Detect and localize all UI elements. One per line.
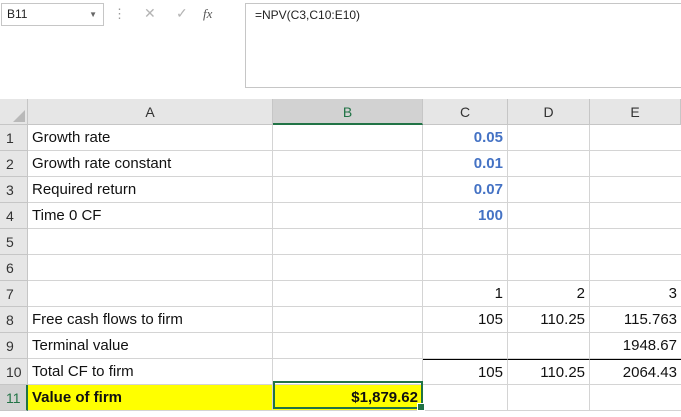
cell-d9[interactable] — [508, 333, 590, 359]
cell-b10[interactable] — [273, 359, 423, 385]
cell-c8[interactable]: 105 — [423, 307, 508, 333]
cell-b1[interactable] — [273, 125, 423, 151]
cell-e2[interactable] — [590, 151, 681, 177]
formula-bar: B11 ▼ ⋮ ✕ ✓ fx =NPV(C3,C10:E10) — [0, 0, 681, 99]
row-header-7[interactable]: 7 — [0, 281, 28, 307]
column-header-e[interactable]: E — [590, 99, 681, 125]
cell-e9[interactable]: 1948.67 — [590, 333, 681, 359]
cell-b8[interactable] — [273, 307, 423, 333]
cell-e4[interactable] — [590, 203, 681, 229]
cell-d7[interactable]: 2 — [508, 281, 590, 307]
cell-c7[interactable]: 1 — [423, 281, 508, 307]
cell-c4[interactable]: 100 — [423, 203, 508, 229]
cell-c11[interactable] — [423, 385, 508, 411]
cell-a1[interactable]: Growth rate — [28, 125, 273, 151]
cell-a2[interactable]: Growth rate constant — [28, 151, 273, 177]
chevron-down-icon[interactable]: ▼ — [89, 4, 97, 25]
cell-e7[interactable]: 3 — [590, 281, 681, 307]
row-header-3[interactable]: 3 — [0, 177, 28, 203]
cell-d4[interactable] — [508, 203, 590, 229]
cell-a4[interactable]: Time 0 CF — [28, 203, 273, 229]
cell-e6[interactable] — [590, 255, 681, 281]
cell-c5[interactable] — [423, 229, 508, 255]
row-header-5[interactable]: 5 — [0, 229, 28, 255]
formula-input[interactable]: =NPV(C3,C10:E10) — [245, 3, 681, 88]
cell-e5[interactable] — [590, 229, 681, 255]
cell-d5[interactable] — [508, 229, 590, 255]
select-all-button[interactable] — [0, 99, 28, 125]
cell-a6[interactable] — [28, 255, 273, 281]
cell-a3[interactable]: Required return — [28, 177, 273, 203]
name-box-value: B11 — [7, 7, 28, 21]
cell-c10[interactable]: 105 — [423, 359, 508, 385]
cell-a7[interactable] — [28, 281, 273, 307]
cell-b2[interactable] — [273, 151, 423, 177]
row-header-11[interactable]: 11 — [0, 385, 28, 411]
cell-a8[interactable]: Free cash flows to firm — [28, 307, 273, 333]
row-header-9[interactable]: 9 — [0, 333, 28, 359]
cell-d1[interactable] — [508, 125, 590, 151]
row-header-10[interactable]: 10 — [0, 359, 28, 385]
cell-d8[interactable]: 110.25 — [508, 307, 590, 333]
row-header-1[interactable]: 1 — [0, 125, 28, 151]
cell-b3[interactable] — [273, 177, 423, 203]
select-all-icon — [13, 110, 25, 122]
cell-a11[interactable]: Value of firm — [28, 385, 273, 411]
cell-e10[interactable]: 2064.43 — [590, 359, 681, 385]
spreadsheet-grid: A B C D E 1 Growth rate 0.05 2 Growth rate c… — [0, 99, 681, 417]
cancel-icon[interactable]: ✕ — [144, 5, 156, 22]
cell-d6[interactable] — [508, 255, 590, 281]
cell-c2[interactable]: 0.01 — [423, 151, 508, 177]
cell-b11[interactable]: $1,879.62 — [273, 385, 423, 411]
column-header-c[interactable]: C — [423, 99, 508, 125]
cell-c9[interactable] — [423, 333, 508, 359]
cell-b9[interactable] — [273, 333, 423, 359]
row-header-6[interactable]: 6 — [0, 255, 28, 281]
name-box[interactable]: B11 ▼ — [1, 3, 104, 26]
cell-b5[interactable] — [273, 229, 423, 255]
enter-icon[interactable]: ✓ — [176, 5, 188, 22]
cell-b7[interactable] — [273, 281, 423, 307]
cell-d11[interactable] — [508, 385, 590, 411]
row-header-2[interactable]: 2 — [0, 151, 28, 177]
column-header-a[interactable]: A — [28, 99, 273, 125]
cell-b4[interactable] — [273, 203, 423, 229]
insert-function-icon[interactable]: fx — [203, 6, 212, 22]
cell-a5[interactable] — [28, 229, 273, 255]
column-header-d[interactable]: D — [508, 99, 590, 125]
drag-handle-icon[interactable]: ⋮ — [113, 7, 126, 21]
cell-d3[interactable] — [508, 177, 590, 203]
cell-c1[interactable]: 0.05 — [423, 125, 508, 151]
row-header-4[interactable]: 4 — [0, 203, 28, 229]
cell-c3[interactable]: 0.07 — [423, 177, 508, 203]
cell-e11[interactable] — [590, 385, 681, 411]
cell-d2[interactable] — [508, 151, 590, 177]
cell-a9[interactable]: Terminal value — [28, 333, 273, 359]
cell-e8[interactable]: 115.763 — [590, 307, 681, 333]
cell-d10[interactable]: 110.25 — [508, 359, 590, 385]
column-header-b[interactable]: B — [273, 99, 423, 125]
cell-b6[interactable] — [273, 255, 423, 281]
cell-e3[interactable] — [590, 177, 681, 203]
cell-e1[interactable] — [590, 125, 681, 151]
cell-c6[interactable] — [423, 255, 508, 281]
cell-a10[interactable]: Total CF to firm — [28, 359, 273, 385]
row-header-8[interactable]: 8 — [0, 307, 28, 333]
